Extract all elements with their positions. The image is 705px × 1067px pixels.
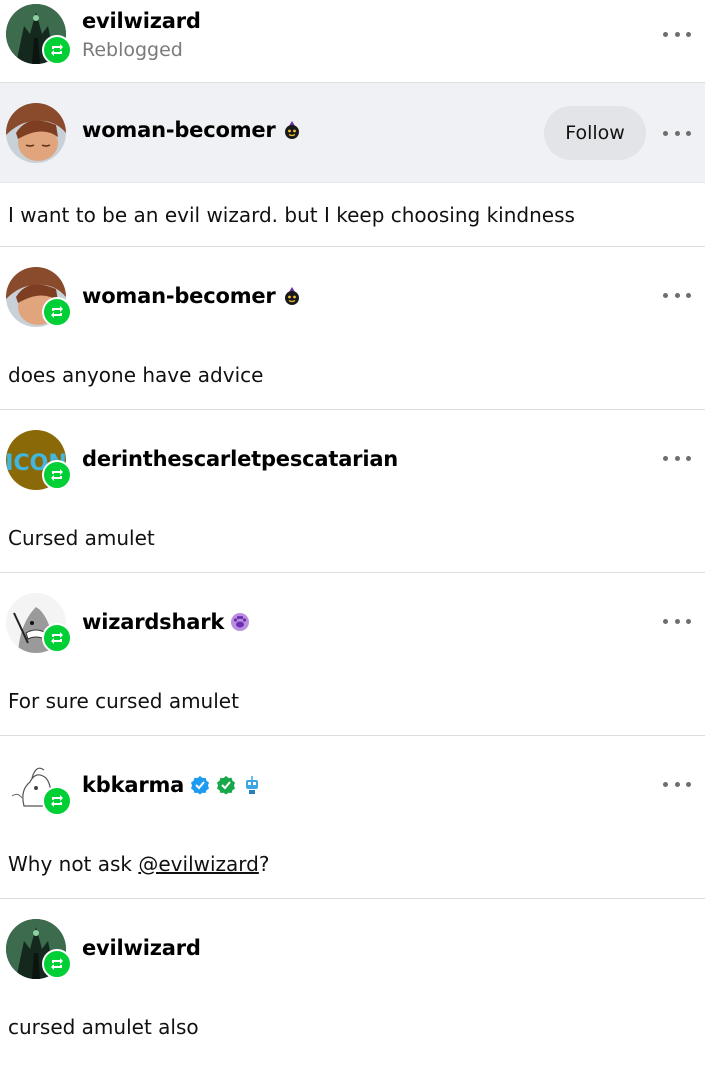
original-post-text: I want to be an evil wizard. but I keep … <box>0 183 705 247</box>
username-evilwizard[interactable]: evilwizard <box>82 936 201 960</box>
reblog-entry: ICON derinthescarletpescatarian Cursed a… <box>0 410 705 573</box>
more-options-icon[interactable] <box>663 613 691 629</box>
reblog-header: evilwizard Reblogged <box>0 0 705 83</box>
mention-link[interactable]: @evilwizard <box>138 850 259 878</box>
reblog-icon <box>42 786 72 816</box>
halloween-badge-icon <box>282 120 302 140</box>
reblog-entry: woman-becomer does anyone have advice <box>0 247 705 410</box>
more-options-icon[interactable] <box>663 450 691 466</box>
reblog-text: does anyone have advice <box>8 363 264 387</box>
reblog-text: For sure cursed amulet <box>8 689 239 713</box>
username-derinthescarletpescatarian[interactable]: derinthescarletpescatarian <box>82 447 398 471</box>
halloween-badge-icon <box>282 286 302 306</box>
reblog-text: Why not ask @evilwizard? <box>8 850 270 878</box>
more-options-icon[interactable] <box>663 776 691 792</box>
username-wizardshark[interactable]: wizardshark <box>82 610 250 634</box>
username-woman-becomer[interactable]: woman-becomer <box>82 284 302 308</box>
username-evilwizard[interactable]: evilwizard <box>82 9 201 33</box>
more-options-icon[interactable] <box>663 125 691 141</box>
more-options-icon[interactable] <box>663 26 691 42</box>
reblog-entry: kbkarma Why not ask @evilwizard? <box>0 736 705 899</box>
reblog-text: cursed amulet also <box>8 1015 199 1039</box>
verified-badge-icon <box>216 775 236 795</box>
reblog-entry: evilwizard cursed amulet also <box>0 899 705 1062</box>
more-options-icon[interactable] <box>663 287 691 303</box>
paw-badge-icon <box>230 612 250 632</box>
avatar-woman-becomer[interactable] <box>6 103 66 163</box>
reblogged-label: Reblogged <box>82 39 183 61</box>
verified-badge-icon <box>190 775 210 795</box>
reblog-icon <box>42 460 72 490</box>
original-post-header: woman-becomer Follow <box>0 83 705 183</box>
username-woman-becomer[interactable]: woman-becomer <box>82 118 302 142</box>
reblog-icon <box>42 949 72 979</box>
username-kbkarma[interactable]: kbkarma <box>82 773 262 797</box>
robot-badge-icon <box>242 775 262 795</box>
reblog-entry: wizardshark For sure cursed amulet <box>0 573 705 736</box>
reblog-icon <box>42 623 72 653</box>
follow-button[interactable]: Follow <box>544 106 646 160</box>
reblog-text: Cursed amulet <box>8 526 155 550</box>
reblog-icon <box>42 297 72 327</box>
reblog-icon <box>42 35 72 65</box>
